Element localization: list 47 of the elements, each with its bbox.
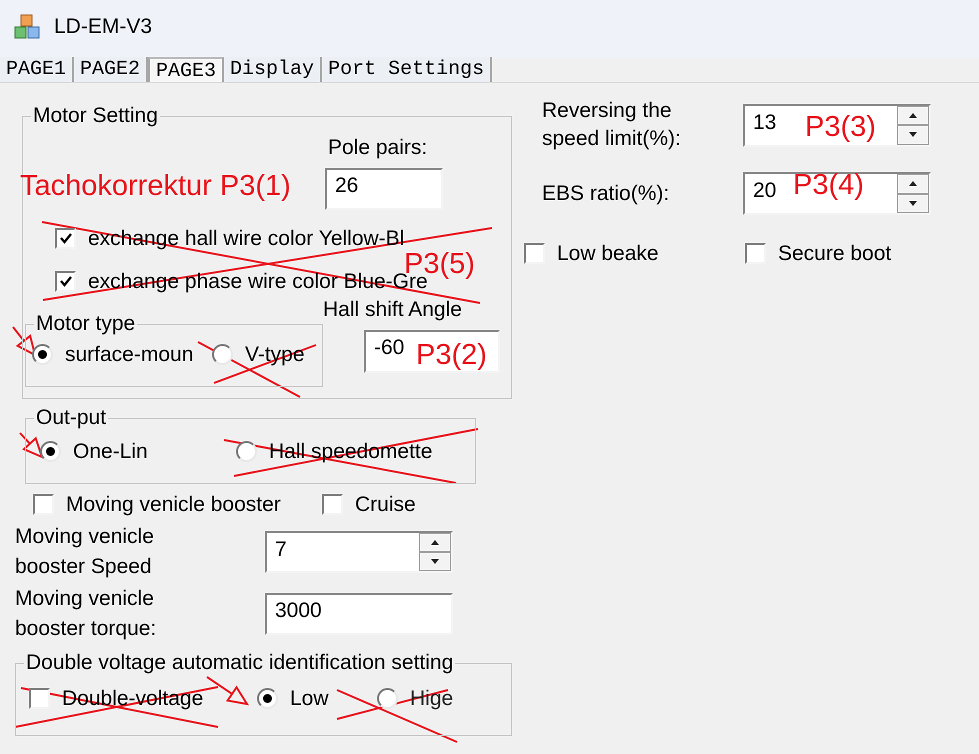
checkbox[interactable] xyxy=(33,494,54,515)
arrow xyxy=(19,432,44,459)
group-title: Motor Setting xyxy=(32,105,159,127)
tab[interactable]: Display xyxy=(224,57,322,82)
radio-button[interactable] xyxy=(40,441,61,462)
annotation-text: Tachokorrektur P3(1) xyxy=(20,172,291,201)
field-label: Pole pairs: xyxy=(328,137,428,158)
field-label: Reversing the speed limit(%): xyxy=(542,98,682,152)
field-label: EBS ratio(%): xyxy=(542,180,670,206)
check-icon xyxy=(60,276,72,286)
number-field[interactable]: 3000 xyxy=(265,593,453,635)
arrow xyxy=(206,676,250,706)
radio-label: One-Lin xyxy=(73,441,148,462)
arrow xyxy=(12,326,37,357)
checkbox-label: Moving venicle booster xyxy=(66,494,281,515)
radio-button[interactable] xyxy=(212,344,233,365)
tab[interactable]: PAGE3 xyxy=(148,57,224,82)
checkbox[interactable] xyxy=(55,270,76,292)
checkbox-label: Cruise xyxy=(355,494,416,515)
radio-label: Low xyxy=(290,688,329,709)
tab[interactable]: Port Settings xyxy=(322,57,492,82)
field-label: Hall shift Angle xyxy=(323,299,463,320)
group-title: Motor type xyxy=(35,313,136,335)
radio-button[interactable] xyxy=(257,688,278,709)
checkbox-label: Low beake xyxy=(557,243,659,264)
tab[interactable]: PAGE2 xyxy=(74,57,148,82)
radio-button[interactable] xyxy=(377,688,398,709)
checkbox[interactable] xyxy=(55,228,76,248)
tab[interactable]: PAGE1 xyxy=(0,57,74,82)
annotation-text: P3(2) xyxy=(416,341,487,370)
checkbox[interactable] xyxy=(29,688,50,709)
checkbox[interactable] xyxy=(524,243,545,264)
checkbox[interactable] xyxy=(745,243,766,264)
check-icon xyxy=(60,232,72,244)
radio-button[interactable] xyxy=(236,441,257,462)
group-title: Double voltage automatic identification setting xyxy=(25,652,454,674)
field-label: Moving venicle booster torque: xyxy=(15,586,158,642)
field-label: Moving venicle booster Speed xyxy=(15,524,155,580)
window-title: LD-EM-V3 xyxy=(54,14,152,40)
number-field[interactable]: 26 xyxy=(325,168,443,210)
checkbox-label: Secure boot xyxy=(778,243,892,264)
blocks-icon xyxy=(13,14,41,40)
radio-label: Hige xyxy=(410,688,454,709)
radio-label: surface-moun xyxy=(65,344,194,365)
checkbox[interactable] xyxy=(322,494,343,515)
radio-button[interactable] xyxy=(32,344,53,365)
group-title: Out-put xyxy=(35,407,108,429)
